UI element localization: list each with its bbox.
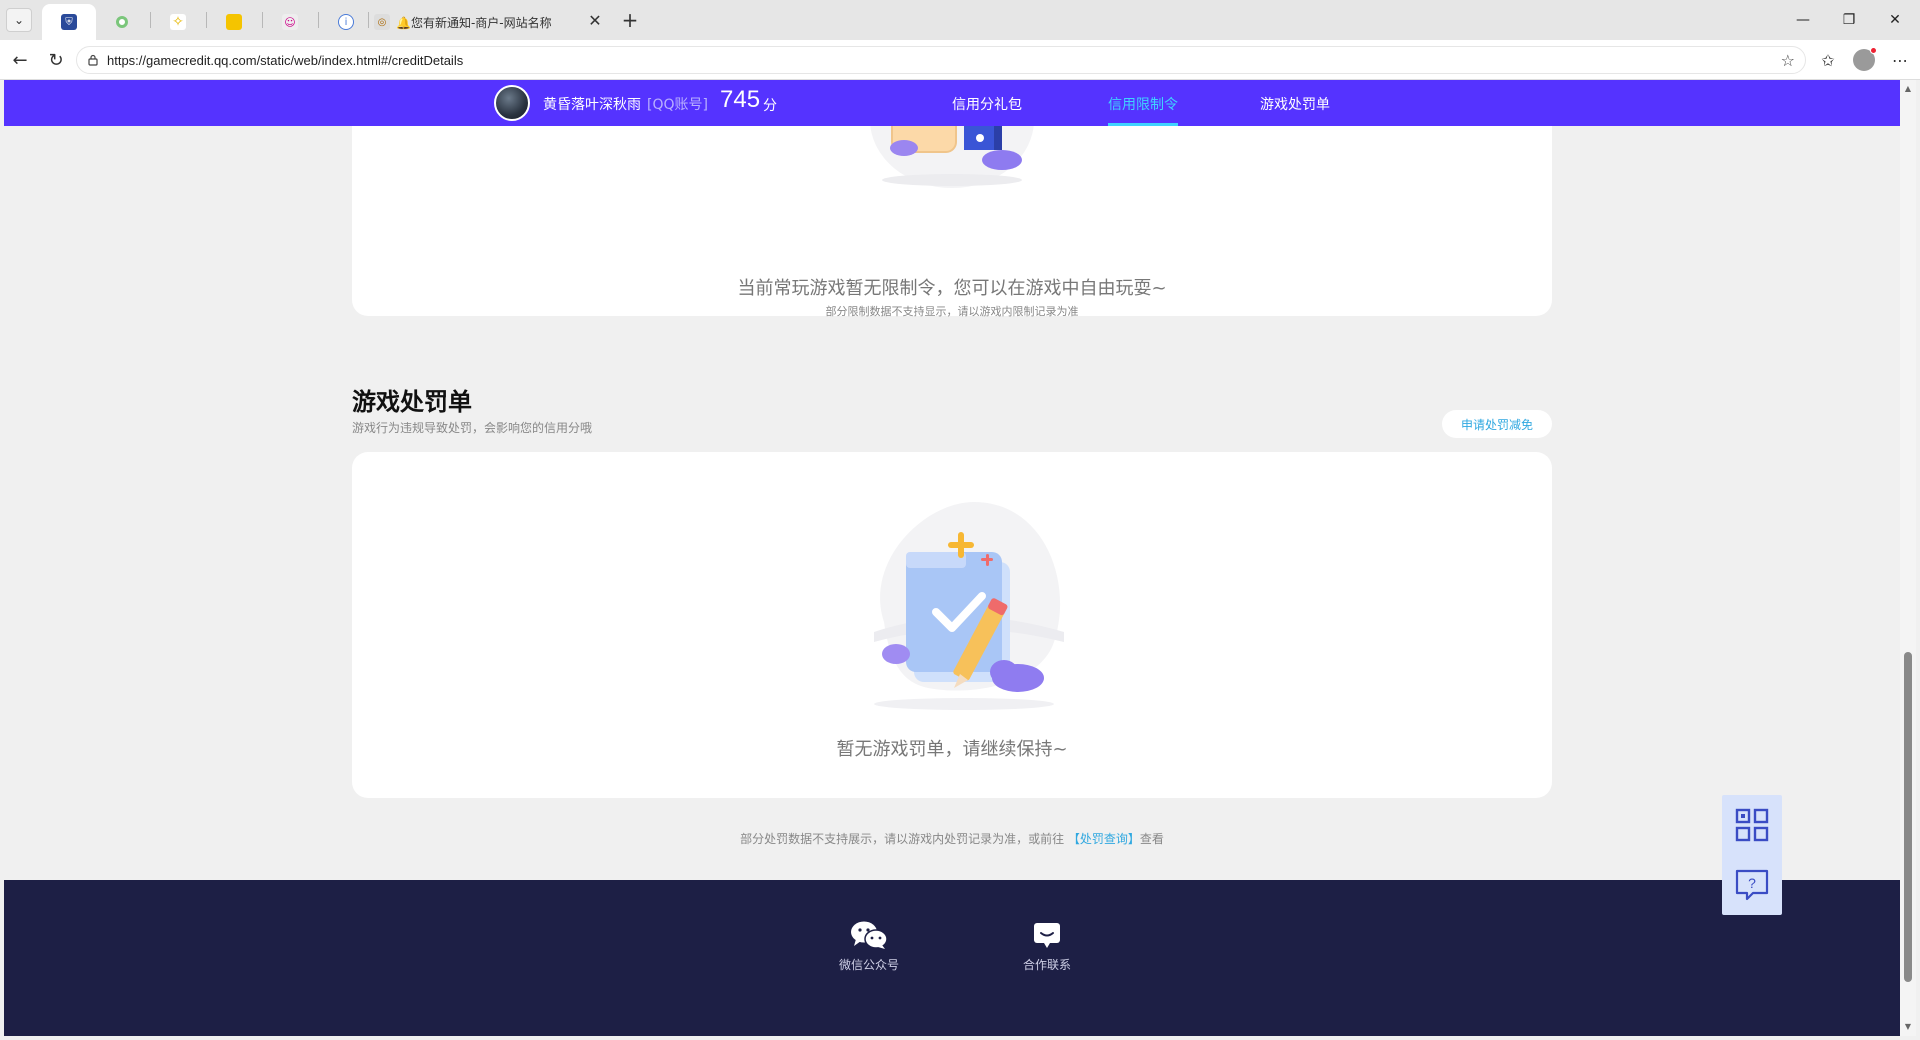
nav-credit-gift[interactable]: 信用分礼包 xyxy=(952,94,1022,114)
tab-divider xyxy=(318,12,319,28)
help-chat-icon: ? xyxy=(1735,869,1769,901)
more-options-icon[interactable]: ⋯ xyxy=(1886,46,1914,74)
site-footer: 微信公众号 合作联系 xyxy=(4,880,1900,1036)
notification-dot xyxy=(1870,47,1877,54)
minimize-window-icon[interactable]: — xyxy=(1780,0,1826,40)
close-tab-icon[interactable]: ✕ xyxy=(584,9,606,31)
footnote-text: 部分处罚数据不支持展示，请以游戏内处罚记录为准，或前往 xyxy=(740,832,1065,846)
penalty-card: 暂无游戏罚单，请继续保持~ xyxy=(352,452,1552,798)
url-text: https://gamecredit.qq.com/static/web/ind… xyxy=(107,52,464,68)
scrollbar-thumb[interactable] xyxy=(1904,652,1912,982)
active-nav-indicator xyxy=(1108,123,1178,126)
browser-address-bar: ← ↻ https://gamecredit.qq.com/static/web… xyxy=(0,40,1920,80)
feedback-button[interactable]: ? xyxy=(1722,855,1782,915)
lock-icon xyxy=(87,53,99,67)
page-scrollbar[interactable]: ▲ ▼ xyxy=(1900,80,1916,1036)
restore-window-icon[interactable]: ❐ xyxy=(1826,0,1872,40)
penalty-empty-illustration xyxy=(874,502,1064,710)
url-input[interactable]: https://gamecredit.qq.com/static/web/ind… xyxy=(76,46,1806,74)
browser-tab[interactable]: ☺ xyxy=(268,4,312,40)
floating-side-panel: ? xyxy=(1722,795,1782,915)
qr-code-icon xyxy=(1735,808,1769,842)
page-viewport: 当前常玩游戏暂无限制令，您可以在游戏中自由玩耍~ 部分限制数据不支持显示，请以游… xyxy=(4,80,1900,1036)
penalty-section-description: 游戏行为违规导致处罚，会影响您的信用分哦 xyxy=(352,421,593,435)
new-tab-icon[interactable]: + xyxy=(618,8,642,32)
shield-favicon-icon: ⛨ xyxy=(61,14,77,30)
scroll-down-arrow-icon[interactable]: ▼ xyxy=(1903,1022,1913,1032)
credit-score: 745 xyxy=(720,86,761,113)
back-arrow-icon[interactable]: ← xyxy=(6,46,34,74)
chevron-down-icon: ⌄ xyxy=(13,13,25,27)
merchant-favicon-icon: ◎ xyxy=(374,14,390,30)
sparkle-favicon-icon: ✧ xyxy=(170,14,186,30)
tab-divider xyxy=(150,12,151,28)
favorite-star-icon[interactable]: ☆ xyxy=(1781,51,1795,70)
footer-cooperation-label: 合作联系 xyxy=(1022,958,1071,972)
browser-tab[interactable] xyxy=(100,4,144,40)
info-favicon-icon: i xyxy=(338,14,354,30)
browser-tab[interactable] xyxy=(212,4,256,40)
footer-cooperation-contact[interactable]: 合作联系 xyxy=(997,920,1097,973)
refresh-icon[interactable]: ↻ xyxy=(42,46,70,74)
tab-list-dropdown-button[interactable]: ⌄ xyxy=(6,8,32,32)
user-name: 黄昏落叶深秋雨 xyxy=(543,97,641,113)
close-window-icon[interactable]: ✕ xyxy=(1872,0,1918,40)
tab-divider xyxy=(262,12,263,28)
restriction-empty-message: 当前常玩游戏暂无限制令，您可以在游戏中自由玩耍~ xyxy=(737,278,1167,299)
browser-tab-bar: ⌄ ⛨ ✧ ☺ i ◎ 🔔您有新通知-商户-网站名称 ✕ + — ❐ ✕ xyxy=(0,0,1920,40)
circle-favicon-icon xyxy=(116,16,128,28)
penalty-empty-message: 暂无游戏罚单，请继续保持~ xyxy=(836,739,1068,760)
yellow-badge-favicon-icon xyxy=(226,14,242,30)
user-avatar[interactable] xyxy=(494,85,530,121)
tab-title: 🔔您有新通知-商户-网站名称 xyxy=(396,15,552,30)
scroll-up-arrow-icon[interactable]: ▲ xyxy=(1903,84,1913,94)
account-type: [QQ账号] xyxy=(647,97,708,113)
restriction-note: 部分限制数据不支持显示，请以游戏内限制记录为准 xyxy=(825,305,1079,318)
penalty-footnote: 部分处罚数据不支持展示，请以游戏内处罚记录为准，或前往 【处罚查询】查看 xyxy=(4,830,1900,847)
favorites-list-icon[interactable]: ✩ xyxy=(1814,46,1842,74)
footnote-suffix: 查看 xyxy=(1139,832,1164,846)
footer-wechat-label: 微信公众号 xyxy=(838,958,899,972)
tab-divider xyxy=(368,12,369,28)
character-favicon-icon: ☺ xyxy=(282,14,298,30)
apply-penalty-reduction-button[interactable]: 申请处罚减免 xyxy=(1442,410,1552,438)
footer-wechat-account[interactable]: 微信公众号 xyxy=(819,920,919,973)
profile-button[interactable] xyxy=(1850,46,1878,74)
browser-tab-notification[interactable]: ◎ 🔔您有新通知-商户-网站名称 xyxy=(374,4,608,40)
penalty-section-title: 游戏处罚单 xyxy=(352,388,472,416)
svg-text:?: ? xyxy=(1748,875,1756,891)
browser-tab[interactable]: ✧ xyxy=(156,4,200,40)
qr-code-button[interactable] xyxy=(1722,795,1782,855)
browser-tab-active[interactable]: ⛨ xyxy=(42,4,96,40)
browser-tab[interactable]: i xyxy=(324,4,368,40)
wechat-icon xyxy=(849,920,889,950)
penalty-query-link[interactable]: 【处罚查询】 xyxy=(1068,832,1140,846)
nav-game-penalty[interactable]: 游戏处罚单 xyxy=(1260,94,1330,114)
tab-divider xyxy=(206,12,207,28)
site-header: 黄昏落叶深秋雨 [QQ账号] 745 分 信用分礼包 信用限制令 游戏处罚单 xyxy=(4,80,1900,126)
credit-score-unit: 分 xyxy=(763,98,777,114)
profile-avatar-icon xyxy=(1853,47,1877,71)
chat-bubble-icon xyxy=(1027,920,1067,950)
nav-credit-restriction[interactable]: 信用限制令 xyxy=(1108,94,1178,114)
